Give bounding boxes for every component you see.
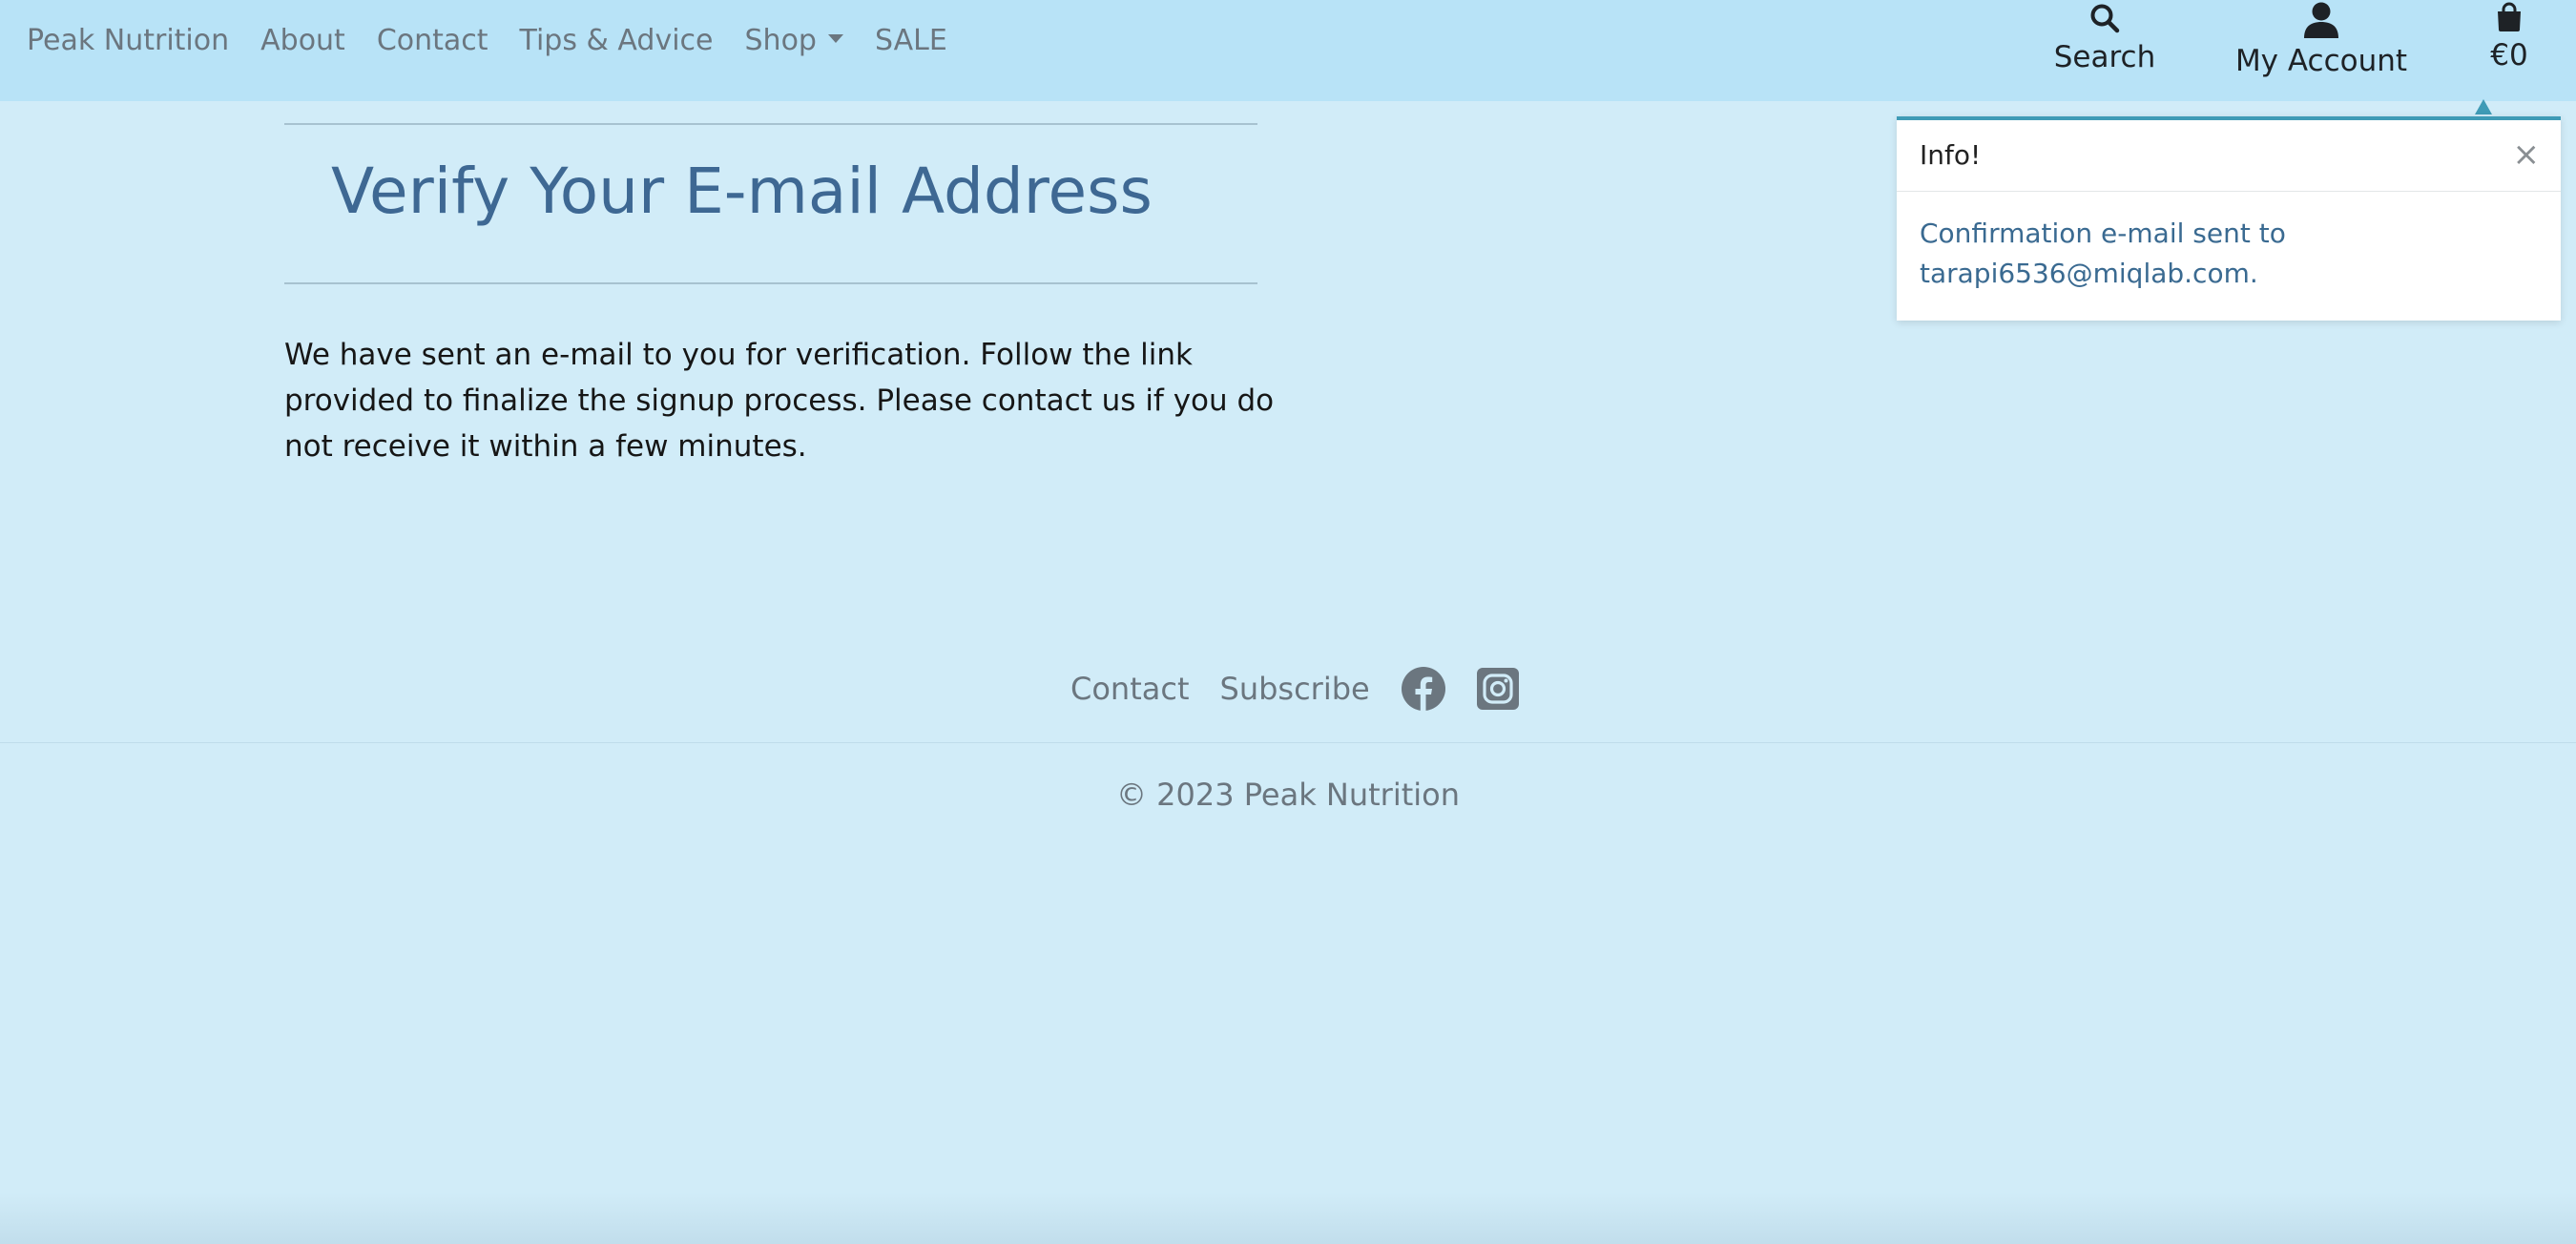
user-icon [2304, 2, 2338, 38]
bottom-shadow [0, 1192, 2576, 1244]
my-account-button[interactable]: My Account [2234, 0, 2408, 92]
cart-total: €0 [2490, 38, 2528, 73]
copyright-text: © 2023 Peak Nutrition [1115, 777, 1461, 813]
toast-message: Confirmation e-mail sent to tarapi6536@m… [1920, 218, 2286, 289]
nav-link-about[interactable]: About [260, 24, 345, 57]
nav-link-shop-label: Shop [744, 23, 817, 57]
facebook-icon[interactable] [1401, 666, 1446, 712]
my-account-label: My Account [2234, 44, 2408, 78]
nav-link-shop-dropdown[interactable]: Shop [745, 24, 843, 57]
footer-link-subscribe[interactable]: Subscribe [1220, 671, 1370, 707]
nav-links: Peak Nutrition About Contact Tips & Advi… [27, 0, 979, 80]
cart-button[interactable]: €0 [2484, 0, 2534, 92]
brand-link[interactable]: Peak Nutrition [27, 24, 229, 57]
search-icon [2090, 4, 2120, 33]
footer-link-contact[interactable]: Contact [1070, 671, 1190, 707]
nav-link-tips-advice[interactable]: Tips & Advice [520, 24, 714, 57]
toast-title: Info! [1920, 139, 1982, 171]
instagram-icon[interactable] [1476, 668, 1519, 710]
search-label: Search [2053, 40, 2156, 74]
search-button[interactable]: Search [2053, 0, 2156, 92]
navbar: Peak Nutrition About Contact Tips & Advi… [0, 0, 2576, 101]
info-toast: Info! × Confirmation e-mail sent to tara… [1897, 116, 2561, 321]
nav-link-contact[interactable]: Contact [377, 24, 488, 57]
footer-divider [0, 742, 2576, 743]
verification-message: We have sent an e-mail to you for verifi… [284, 338, 1275, 464]
toast-header: Info! × [1897, 120, 2561, 192]
footer-links: Contact Subscribe [1070, 662, 1549, 715]
nav-link-sale[interactable]: SALE [875, 24, 947, 57]
page-title: Verify Your E-mail Address [331, 155, 1153, 228]
toast-pointer [2475, 99, 2492, 114]
close-icon[interactable]: × [2513, 135, 2541, 174]
title-bottom-divider [284, 282, 1257, 284]
shopping-bag-icon [2498, 2, 2521, 31]
title-top-divider [284, 123, 1257, 125]
caret-down-icon [827, 34, 843, 43]
